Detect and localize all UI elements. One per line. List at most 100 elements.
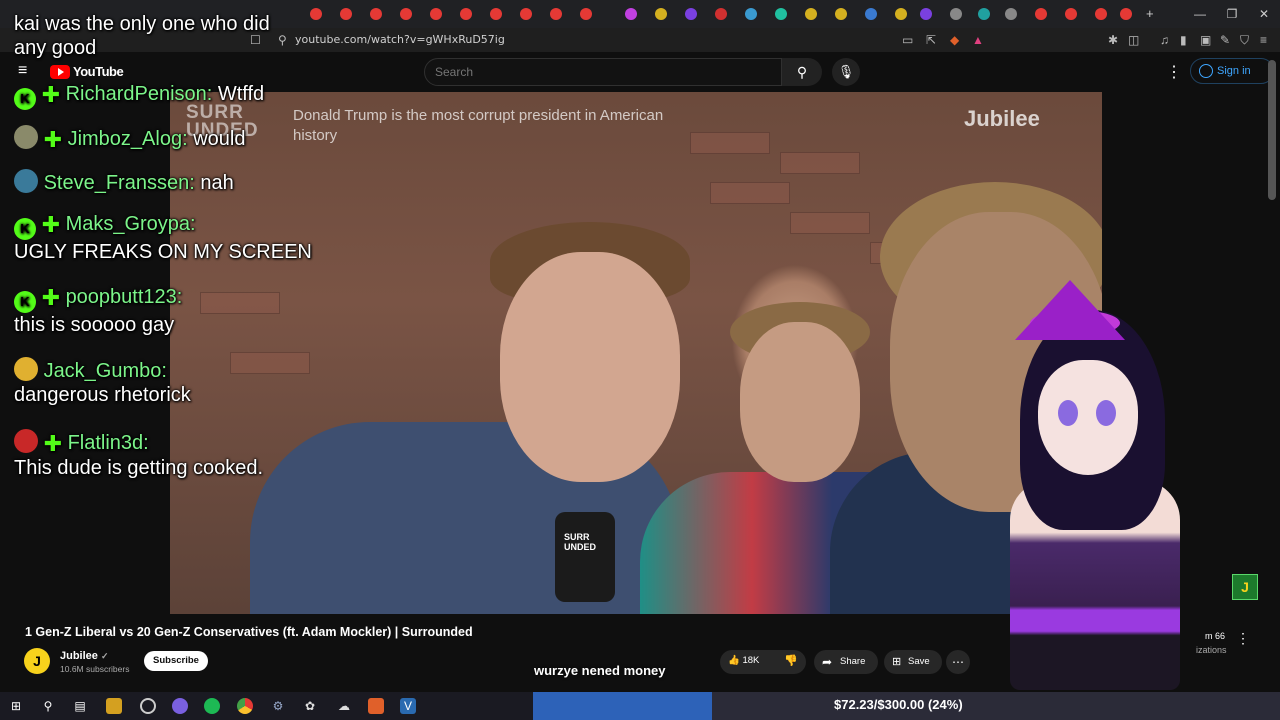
menu-icon[interactable]: ≡ (1260, 33, 1267, 47)
tab-favicon[interactable] (550, 8, 562, 20)
spotify-icon[interactable] (204, 698, 220, 714)
obs-icon[interactable] (140, 698, 156, 714)
more-actions-button[interactable]: ⋯ (946, 650, 970, 674)
tab-favicon[interactable] (625, 8, 637, 20)
search-box[interactable] (424, 58, 782, 86)
tab-favicon[interactable] (460, 8, 472, 20)
donation-goal-fill (533, 692, 712, 720)
person-face (740, 322, 860, 482)
discord-icon[interactable] (172, 698, 188, 714)
tab-favicon[interactable] (520, 8, 532, 20)
sidebar-video-meta: m 66 (1205, 631, 1226, 641)
vpn-icon[interactable]: ⛉ (1240, 33, 1249, 48)
video-player[interactable]: SURR UNDED SURR UNDED Donald Trump is th… (170, 92, 1102, 614)
tab-favicon[interactable] (370, 8, 382, 20)
tab-favicon[interactable] (895, 8, 907, 20)
share-page-icon[interactable]: ⇱ (926, 33, 936, 47)
channel-name[interactable]: Jubilee ✓ (60, 650, 109, 662)
sidebar-icon[interactable]: ▮ (1180, 33, 1187, 47)
tab-favicon[interactable] (340, 8, 352, 20)
save-button[interactable]: ⊞ Save (884, 650, 942, 674)
app-icon[interactable]: ✿ (302, 698, 318, 714)
media-icon[interactable]: ♫ (1160, 33, 1169, 47)
tab-favicon[interactable] (1095, 8, 1107, 20)
youtube-logo[interactable]: YouTube (50, 64, 124, 79)
share-button[interactable]: ➦ Share (814, 650, 878, 674)
vtube-studio-icon[interactable]: V (400, 698, 416, 714)
tab-favicon[interactable] (400, 8, 412, 20)
tab-favicon[interactable] (1120, 8, 1132, 20)
vtuber-eye (1096, 400, 1116, 426)
wallet-icon[interactable]: ▣ (1200, 33, 1211, 47)
video-title: 1 Gen-Z Liberal vs 20 Gen-Z Conservative… (25, 625, 473, 639)
tab-favicon[interactable] (1035, 8, 1047, 20)
channel-avatar[interactable]: J (24, 648, 50, 674)
maximize-icon[interactable]: ❐ (1216, 0, 1248, 28)
sidebar-more-icon[interactable]: ⋮ (1236, 630, 1250, 647)
like-button[interactable]: 👍 18K (728, 655, 759, 666)
tab-favicon[interactable] (715, 8, 727, 20)
search-input[interactable] (435, 65, 735, 79)
settings-more-icon[interactable]: ⋮ (1166, 62, 1182, 82)
stream-caption: wurzye nened money (534, 663, 666, 678)
search-button[interactable]: ⚲ (782, 58, 822, 86)
like-count: 18K (742, 655, 760, 666)
chat-message: K ✚ poopbutt123: this is sooooo gay (14, 285, 182, 337)
tab-favicon[interactable] (865, 8, 877, 20)
brave-icon[interactable] (368, 698, 384, 714)
user-avatar-icon (14, 429, 38, 453)
tab-favicon[interactable] (310, 8, 322, 20)
tab-favicon[interactable] (685, 8, 697, 20)
brick (710, 182, 790, 204)
tab-favicon[interactable] (745, 8, 757, 20)
brick (790, 212, 870, 234)
windows-start-icon[interactable]: ⊞ (8, 698, 24, 714)
chat-message: Steve_Franssen: nah (14, 169, 234, 195)
extensions-icon[interactable]: ✱ (1108, 33, 1118, 47)
minimize-icon[interactable]: — (1184, 0, 1216, 28)
tab-favicon[interactable] (775, 8, 787, 20)
steam-icon[interactable]: ⚙ (270, 698, 286, 714)
url-field[interactable]: youtube.com/watch?v=gWHxRuD57ig (295, 33, 505, 46)
subscribe-button[interactable]: Subscribe (144, 651, 208, 671)
tab-favicon[interactable] (580, 8, 592, 20)
brave-shield-icon[interactable]: ◆ (950, 33, 959, 47)
tab-favicon[interactable] (835, 8, 847, 20)
tab-favicon[interactable] (805, 8, 817, 20)
tab-favicon[interactable] (430, 8, 442, 20)
site-info-icon[interactable]: ⚲ (278, 33, 287, 47)
subscriber-count: 10.6M subscribers (60, 664, 130, 674)
sign-in-button[interactable]: Sign in (1190, 58, 1274, 84)
share-icon: ➦ (822, 655, 833, 669)
new-tab-icon[interactable]: + (1146, 6, 1154, 21)
save-playlist-icon: ⊞ (892, 656, 902, 668)
tab-favicon[interactable] (1065, 8, 1077, 20)
verified-icon: ✓ (100, 651, 109, 661)
rewards-icon[interactable]: ▲ (972, 33, 984, 47)
leo-icon[interactable]: ✎ (1220, 33, 1230, 47)
guide-menu-icon[interactable]: ≡ (18, 62, 27, 80)
tab-favicon[interactable] (950, 8, 962, 20)
tab-favicon[interactable] (490, 8, 502, 20)
close-icon[interactable]: ✕ (1248, 0, 1280, 28)
channel-name-text: Jubilee (60, 650, 98, 662)
chat-text: this is sooooo gay (14, 314, 175, 336)
cast-icon[interactable]: ▭ (902, 33, 913, 47)
task-view-icon[interactable]: ▤ (72, 698, 88, 714)
tab-favicon[interactable] (978, 8, 990, 20)
microphone-logo: SURR UNDED (564, 532, 597, 552)
voice-search-button[interactable]: 🎙 (832, 58, 860, 86)
search-icon[interactable]: ⚲ (40, 698, 56, 714)
page-scrollbar[interactable] (1268, 60, 1276, 200)
app-icon[interactable]: ☁ (336, 698, 352, 714)
dislike-button[interactable]: 👎 (784, 654, 798, 667)
tab-favicon[interactable] (655, 8, 667, 20)
screenshot-icon[interactable]: ◫ (1128, 33, 1139, 47)
file-explorer-icon[interactable] (106, 698, 122, 714)
brick (690, 132, 770, 154)
tab-favicon[interactable] (1005, 8, 1017, 20)
tab-favicon[interactable] (920, 8, 932, 20)
chrome-icon[interactable] (237, 698, 253, 714)
ellipsis-icon: ⋯ (952, 655, 964, 669)
sub-badge-icon: ✚ (41, 212, 60, 237)
